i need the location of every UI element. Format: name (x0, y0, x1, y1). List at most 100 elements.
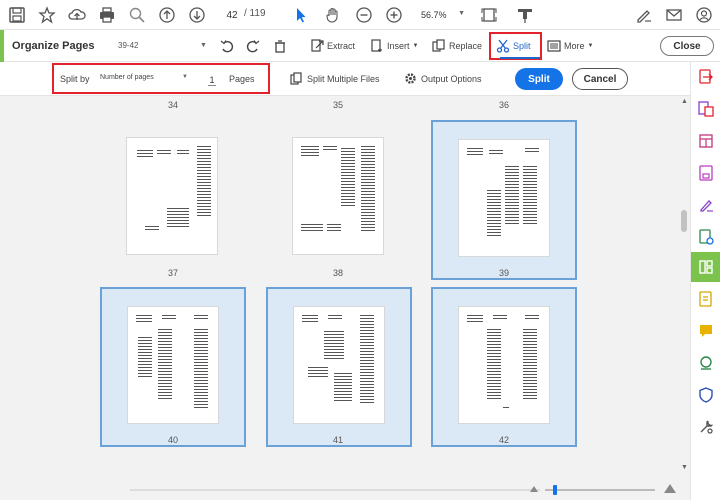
chevron-down-icon: ▼ (412, 43, 419, 49)
page-thumbnail-tile-selected[interactable] (431, 287, 577, 447)
main-toolbar: 42 / 119 56.7% ▼ (0, 0, 720, 30)
page-thumbnails-canvas: 34 35 36 37 38 39 40 41 42 (0, 96, 678, 500)
close-button[interactable]: Close (660, 36, 714, 56)
scroll-up-icon[interactable]: ▲ (681, 98, 688, 105)
rotate-left-icon (220, 40, 234, 53)
organize-pages-title: Organize Pages (12, 40, 95, 52)
save-icon[interactable] (6, 4, 28, 26)
rotate-right-button[interactable] (246, 37, 260, 55)
documents-icon (290, 72, 302, 85)
page-number-label: 37 (167, 268, 178, 278)
slider-handle[interactable] (553, 485, 557, 495)
split-multiple-files-label: Split Multiple Files (307, 73, 380, 84)
split-tool-label: Split (513, 41, 531, 51)
page-number-label: 39 (498, 268, 509, 278)
split-active-underline (500, 57, 540, 59)
page-number-label: 35 (332, 100, 343, 110)
more-button[interactable]: More ▼ (547, 37, 593, 55)
page-thumbnail (293, 306, 385, 424)
extract-button[interactable]: Extract (310, 37, 355, 55)
protect-shield-icon[interactable] (697, 386, 715, 404)
extract-label: Extract (327, 41, 356, 51)
split-by-select[interactable]: Number of pages (100, 74, 154, 81)
page-thumbnail (458, 306, 550, 424)
comment-icon[interactable] (697, 322, 715, 340)
chevron-down-icon[interactable]: ▼ (182, 74, 188, 80)
rotate-left-button[interactable] (220, 37, 234, 55)
export-pdf-icon[interactable] (697, 68, 715, 86)
cancel-button[interactable]: Cancel (572, 68, 628, 90)
right-tools-panel (690, 62, 720, 500)
rotate-right-icon (246, 40, 260, 53)
page-thumbnail-tile-selected[interactable] (266, 287, 412, 447)
more-tools-wrench-icon[interactable] (697, 418, 715, 436)
zoom-in-icon[interactable] (383, 4, 405, 26)
page-thumbnail-tile-selected[interactable] (100, 287, 246, 447)
replace-icon (432, 39, 445, 52)
fill-sign-icon[interactable] (697, 196, 715, 214)
organize-pages-icon[interactable] (691, 252, 720, 282)
zoom-level-value: 56.7% (421, 10, 447, 20)
page-thumbnail (292, 137, 384, 255)
active-tool-indicator (0, 30, 4, 62)
upload-cloud-icon[interactable] (66, 4, 88, 26)
thumbnail-small-icon (530, 486, 538, 492)
horizontal-scrollbar[interactable] (130, 489, 540, 491)
gear-icon (405, 73, 416, 84)
bottom-bar (0, 480, 678, 500)
previous-page-icon[interactable] (156, 4, 178, 26)
page-thumbnail (126, 137, 218, 255)
sign-icon[interactable] (633, 4, 655, 26)
delete-button[interactable] (273, 37, 287, 55)
fit-page-icon[interactable] (478, 4, 500, 26)
page-number-input[interactable]: 42 (222, 6, 242, 24)
output-options-button[interactable]: Output Options (404, 72, 482, 85)
split-multiple-files-button[interactable]: Split Multiple Files (290, 72, 380, 85)
vertical-scrollbar[interactable]: ▲ ▼ (678, 96, 690, 500)
next-page-icon[interactable] (186, 4, 208, 26)
edit-pdf-icon[interactable] (697, 228, 715, 246)
replace-label: Replace (449, 41, 483, 51)
page-number-label: 40 (167, 435, 178, 445)
chevron-down-icon[interactable]: ▼ (200, 42, 207, 49)
zoom-level-select[interactable]: 56.7% ▼ (415, 6, 469, 24)
insert-icon (371, 39, 382, 52)
more-icon (547, 40, 561, 52)
scroll-down-icon[interactable]: ▼ (681, 464, 688, 471)
page-thumbnail-tile[interactable] (100, 120, 246, 280)
insert-button[interactable]: Insert ▼ (370, 37, 418, 55)
comment-tool-icon[interactable] (514, 4, 536, 26)
page-thumbnail (127, 306, 219, 424)
page-number-label: 41 (332, 435, 343, 445)
hand-tool-icon[interactable] (322, 4, 344, 26)
trash-icon (275, 40, 285, 53)
pages-count-input[interactable]: 1 (208, 75, 216, 86)
thumbnail-size-slider[interactable] (545, 489, 655, 491)
extract-icon (311, 39, 324, 52)
replace-button[interactable]: Replace (432, 37, 482, 55)
select-cursor-icon[interactable] (290, 4, 312, 26)
output-options-label: Output Options (421, 73, 482, 84)
mail-icon[interactable] (663, 4, 685, 26)
compress-pdf-icon[interactable] (697, 164, 715, 182)
split-button[interactable]: Split (515, 68, 563, 90)
page-thumbnail (458, 139, 550, 257)
scan-ocr-icon[interactable] (697, 290, 715, 308)
share-icon[interactable] (697, 354, 715, 372)
zoom-out-icon[interactable] (353, 4, 375, 26)
page-thumbnail-tile[interactable] (266, 120, 412, 280)
page-total: / 119 (244, 8, 266, 19)
combine-files-icon[interactable] (697, 132, 715, 150)
page-range-input[interactable]: 39-42 (118, 41, 138, 50)
page-number-label: 38 (332, 268, 343, 278)
print-icon[interactable] (96, 4, 118, 26)
page-thumbnail-tile-selected[interactable] (431, 120, 577, 280)
create-pdf-icon[interactable] (697, 100, 715, 118)
scissors-icon (496, 39, 510, 53)
page-number-label: 42 (498, 435, 509, 445)
account-icon[interactable] (693, 4, 715, 26)
star-icon[interactable] (36, 4, 58, 26)
scrollbar-thumb[interactable] (681, 210, 687, 232)
split-tool-button[interactable]: Split (496, 37, 540, 59)
search-icon[interactable] (126, 4, 148, 26)
